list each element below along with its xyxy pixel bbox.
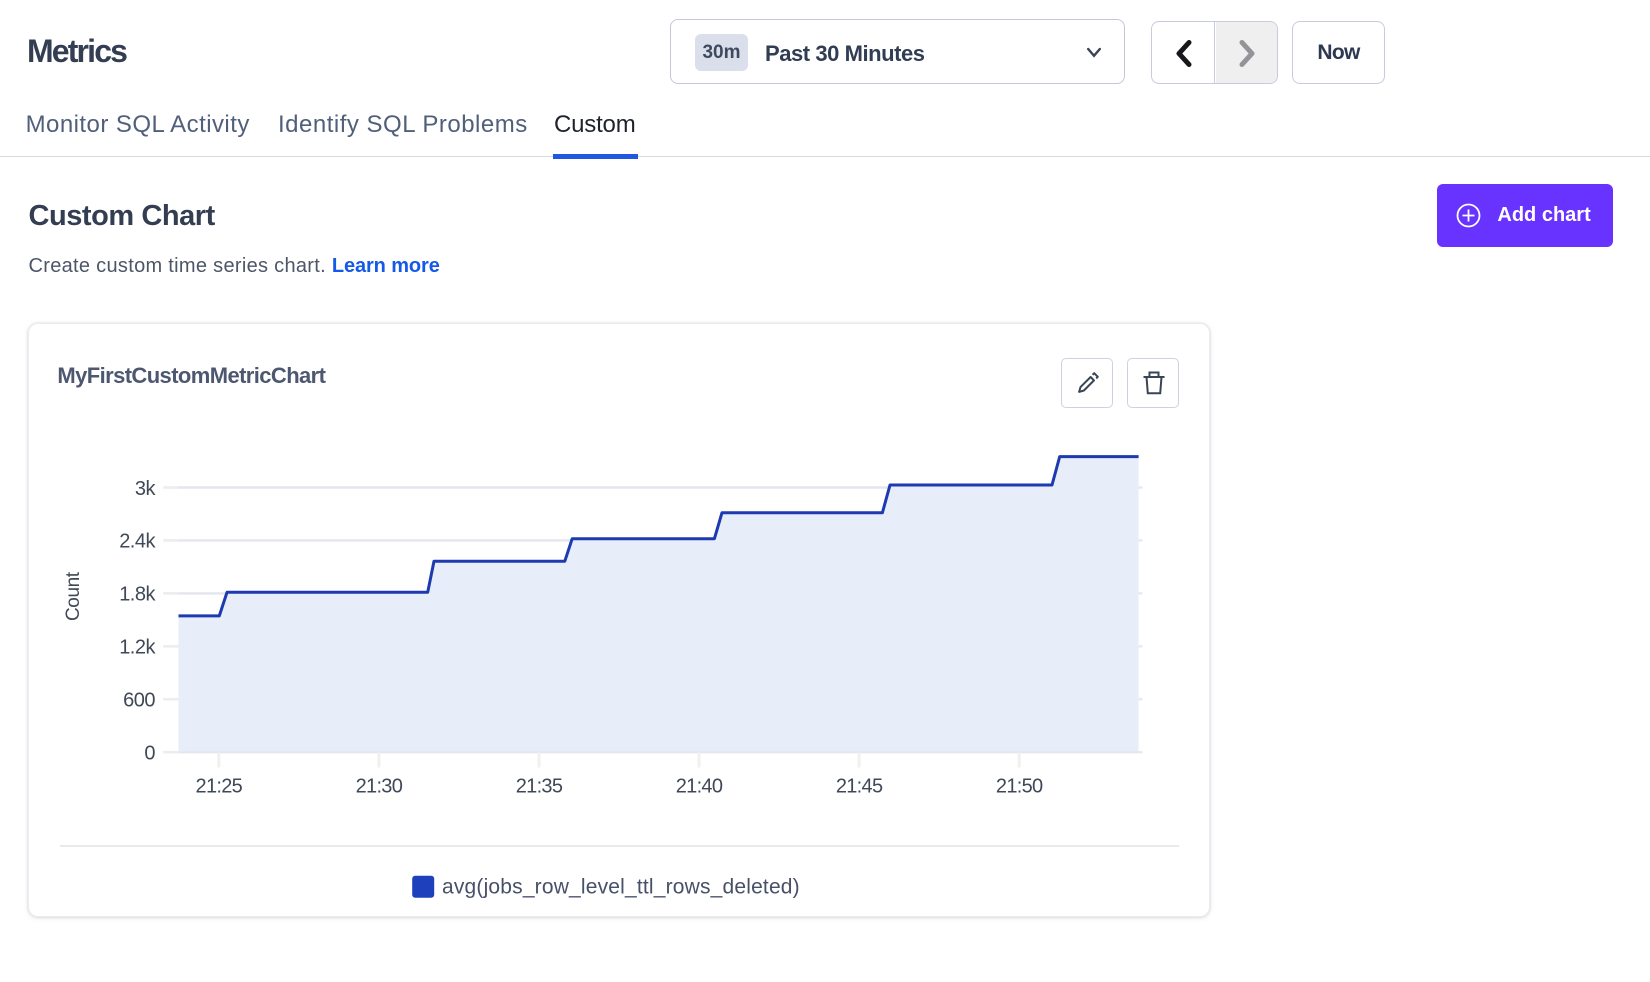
svg-text:21:35: 21:35 xyxy=(516,776,563,798)
svg-text:1.2k: 1.2k xyxy=(119,637,156,659)
svg-text:21:30: 21:30 xyxy=(356,776,403,798)
svg-text:21:40: 21:40 xyxy=(676,776,723,798)
svg-text:1.8k: 1.8k xyxy=(119,584,156,606)
svg-text:0: 0 xyxy=(144,743,155,765)
svg-text:21:50: 21:50 xyxy=(996,776,1043,798)
svg-text:600: 600 xyxy=(123,690,155,712)
svg-text:Count: Count xyxy=(63,571,84,621)
svg-text:3k: 3k xyxy=(135,478,157,500)
svg-text:21:25: 21:25 xyxy=(196,776,243,798)
svg-text:21:45: 21:45 xyxy=(836,776,883,798)
svg-text:avg(jobs_row_level_ttl_rows_de: avg(jobs_row_level_ttl_rows_deleted) xyxy=(442,876,800,899)
svg-text:2.4k: 2.4k xyxy=(119,531,156,553)
